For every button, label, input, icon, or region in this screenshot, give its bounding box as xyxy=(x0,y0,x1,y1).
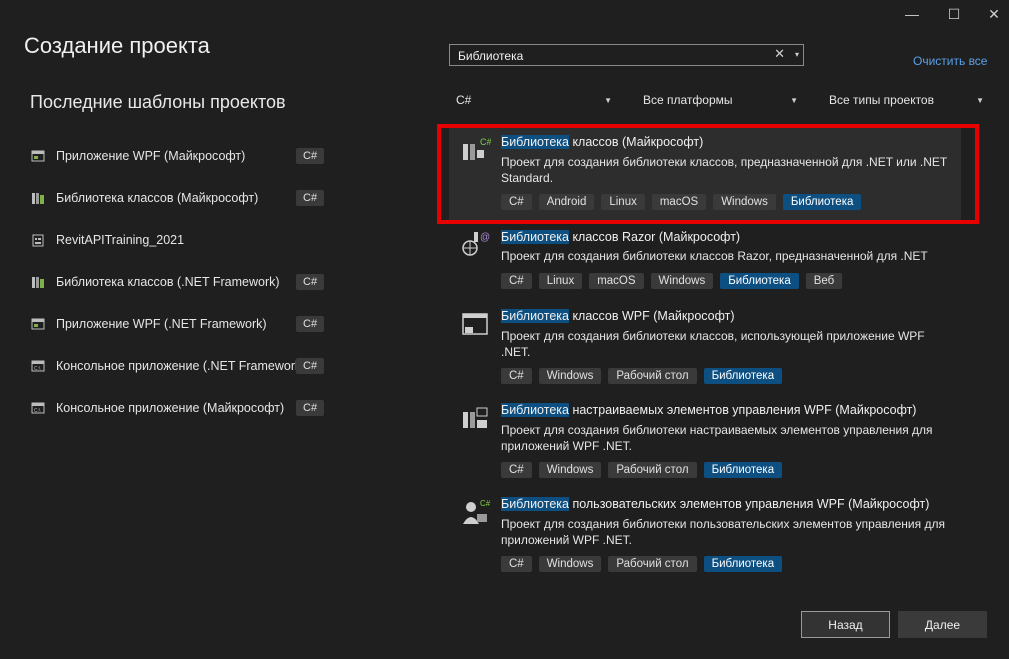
close-button[interactable]: ✕ xyxy=(972,0,1009,28)
svg-text:@: @ xyxy=(480,232,490,243)
search-box[interactable]: ✕ ▾ xyxy=(449,44,804,66)
template-description: Проект для создания библиотеки настраива… xyxy=(501,423,933,453)
language-filter-value: C# xyxy=(456,93,472,107)
wpf-library-icon xyxy=(461,310,491,340)
tag: Windows xyxy=(650,273,714,289)
recent-item[interactable]: RevitAPITraining_2021 xyxy=(30,225,360,255)
console-app-icon: C:\ xyxy=(30,359,46,373)
template-tags: C# Windows Рабочий стол Библиотека xyxy=(501,462,783,478)
template-item-class-library[interactable]: C# Библиотека классов (Майкрософт) Проек… xyxy=(449,124,961,220)
maximize-button[interactable]: ☐ xyxy=(932,0,976,28)
tag: Linux xyxy=(538,273,583,289)
template-description: Проект для создания библиотеки классов R… xyxy=(501,249,928,263)
template-name: Библиотека классов Razor (Майкрософт) xyxy=(501,230,741,244)
tag-highlighted: Библиотека xyxy=(720,273,799,289)
template-description: Проект для создания библиотеки классов, … xyxy=(501,155,948,185)
language-tag: C# xyxy=(296,148,325,164)
tag-highlighted: Библиотека xyxy=(703,556,783,572)
svg-text:C:\: C:\ xyxy=(34,408,41,414)
recent-templates-title: Последние шаблоны проектов xyxy=(30,92,286,112)
tag: Рабочий стол xyxy=(608,556,697,572)
project-type-filter[interactable]: Все типы проектов ▼ xyxy=(829,89,984,111)
tag: C# xyxy=(501,556,532,572)
template-list[interactable]: C# Библиотека классов (Майкрософт) Проек… xyxy=(449,124,989,589)
template-description: Проект для создания библиотеки пользоват… xyxy=(501,517,945,547)
tag: Windows xyxy=(538,368,602,384)
language-tag: C# xyxy=(296,400,325,416)
platform-filter-value: Все платформы xyxy=(643,93,733,107)
template-item-wpf-class-library[interactable]: Библиотека классов WPF (Майкрософт) Прое… xyxy=(449,304,961,392)
clear-all-link[interactable]: Очистить все xyxy=(913,54,987,68)
template-name: Библиотека классов WPF (Майкрософт) xyxy=(501,309,735,323)
class-library-icon: C# xyxy=(461,136,492,166)
template-tags: C# Linux macOS Windows Библиотека Веб xyxy=(501,273,843,289)
tag: Рабочий стол xyxy=(608,462,697,478)
page-title: Создание проекта xyxy=(24,33,210,58)
back-button[interactable]: Назад xyxy=(801,611,890,638)
template-tags: C# Windows Рабочий стол Библиотека xyxy=(501,556,783,572)
tag: Windows xyxy=(713,194,776,210)
tag-highlighted: Библиотека xyxy=(703,368,783,384)
wpf-user-control-library-icon: C# xyxy=(461,498,491,528)
search-input[interactable] xyxy=(456,47,760,65)
minimize-button[interactable]: — xyxy=(890,0,934,28)
clear-search-icon[interactable]: ✕ xyxy=(774,46,785,62)
recent-item-label: RevitAPITraining_2021 xyxy=(56,233,185,247)
template-name: Библиотека пользовательских элементов уп… xyxy=(501,497,930,511)
tag-highlighted: Библиотека xyxy=(703,462,783,478)
tag: C# xyxy=(501,462,532,478)
tag: C# xyxy=(501,194,532,210)
language-tag: C# xyxy=(296,274,325,290)
wpf-app-icon xyxy=(30,149,46,163)
next-button[interactable]: Далее xyxy=(898,611,987,638)
chevron-down-icon: ▼ xyxy=(976,95,984,105)
chevron-down-icon: ▼ xyxy=(790,95,798,105)
tag: Рабочий стол xyxy=(608,368,697,384)
project-type-filter-value: Все типы проектов xyxy=(829,93,934,107)
template-item-wpf-user-control-library[interactable]: C# Библиотека пользовательских элементов… xyxy=(449,492,961,580)
svg-text:C#: C# xyxy=(480,499,491,508)
svg-text:C#: C# xyxy=(480,137,491,147)
template-name: Библиотека классов (Майкрософт) xyxy=(501,135,704,149)
class-library-icon xyxy=(30,275,46,289)
language-tag: C# xyxy=(296,190,325,206)
language-tag: C# xyxy=(296,316,325,332)
tag: Windows xyxy=(538,462,602,478)
chevron-down-icon: ▼ xyxy=(604,95,612,105)
template-tags: C# Android Linux macOS Windows Библиотек… xyxy=(501,194,862,210)
svg-text:C:\: C:\ xyxy=(34,366,41,372)
tag-highlighted: Библиотека xyxy=(782,194,862,210)
tag: C# xyxy=(501,368,532,384)
tag: macOS xyxy=(651,194,707,210)
class-library-icon xyxy=(30,191,46,205)
razor-library-icon: @ xyxy=(461,228,491,258)
template-item-wpf-custom-control-library[interactable]: Библиотека настраиваемых элементов управ… xyxy=(449,398,961,486)
wpf-app-icon xyxy=(30,317,46,331)
tag: Linux xyxy=(601,194,645,210)
template-name: Библиотека настраиваемых элементов управ… xyxy=(501,403,917,417)
tag: Windows xyxy=(538,556,602,572)
tag: Веб xyxy=(805,273,843,289)
tag: macOS xyxy=(589,273,644,289)
language-filter[interactable]: C# ▼ xyxy=(456,89,612,111)
tag: Android xyxy=(538,194,595,210)
language-tag: C# xyxy=(296,358,325,374)
template-tags: C# Windows Рабочий стол Библиотека xyxy=(501,368,783,384)
search-history-dropdown-icon[interactable]: ▾ xyxy=(795,47,799,63)
tag: C# xyxy=(501,273,532,289)
platform-filter[interactable]: Все платформы ▼ xyxy=(643,89,798,111)
wpf-custom-control-library-icon xyxy=(461,404,491,434)
template-description: Проект для создания библиотеки классов, … xyxy=(501,329,925,359)
template-item-razor-library[interactable]: @ Библиотека классов Razor (Майкрософт) … xyxy=(449,224,961,298)
project-icon xyxy=(30,233,46,247)
console-app-icon: C:\ xyxy=(30,401,46,415)
